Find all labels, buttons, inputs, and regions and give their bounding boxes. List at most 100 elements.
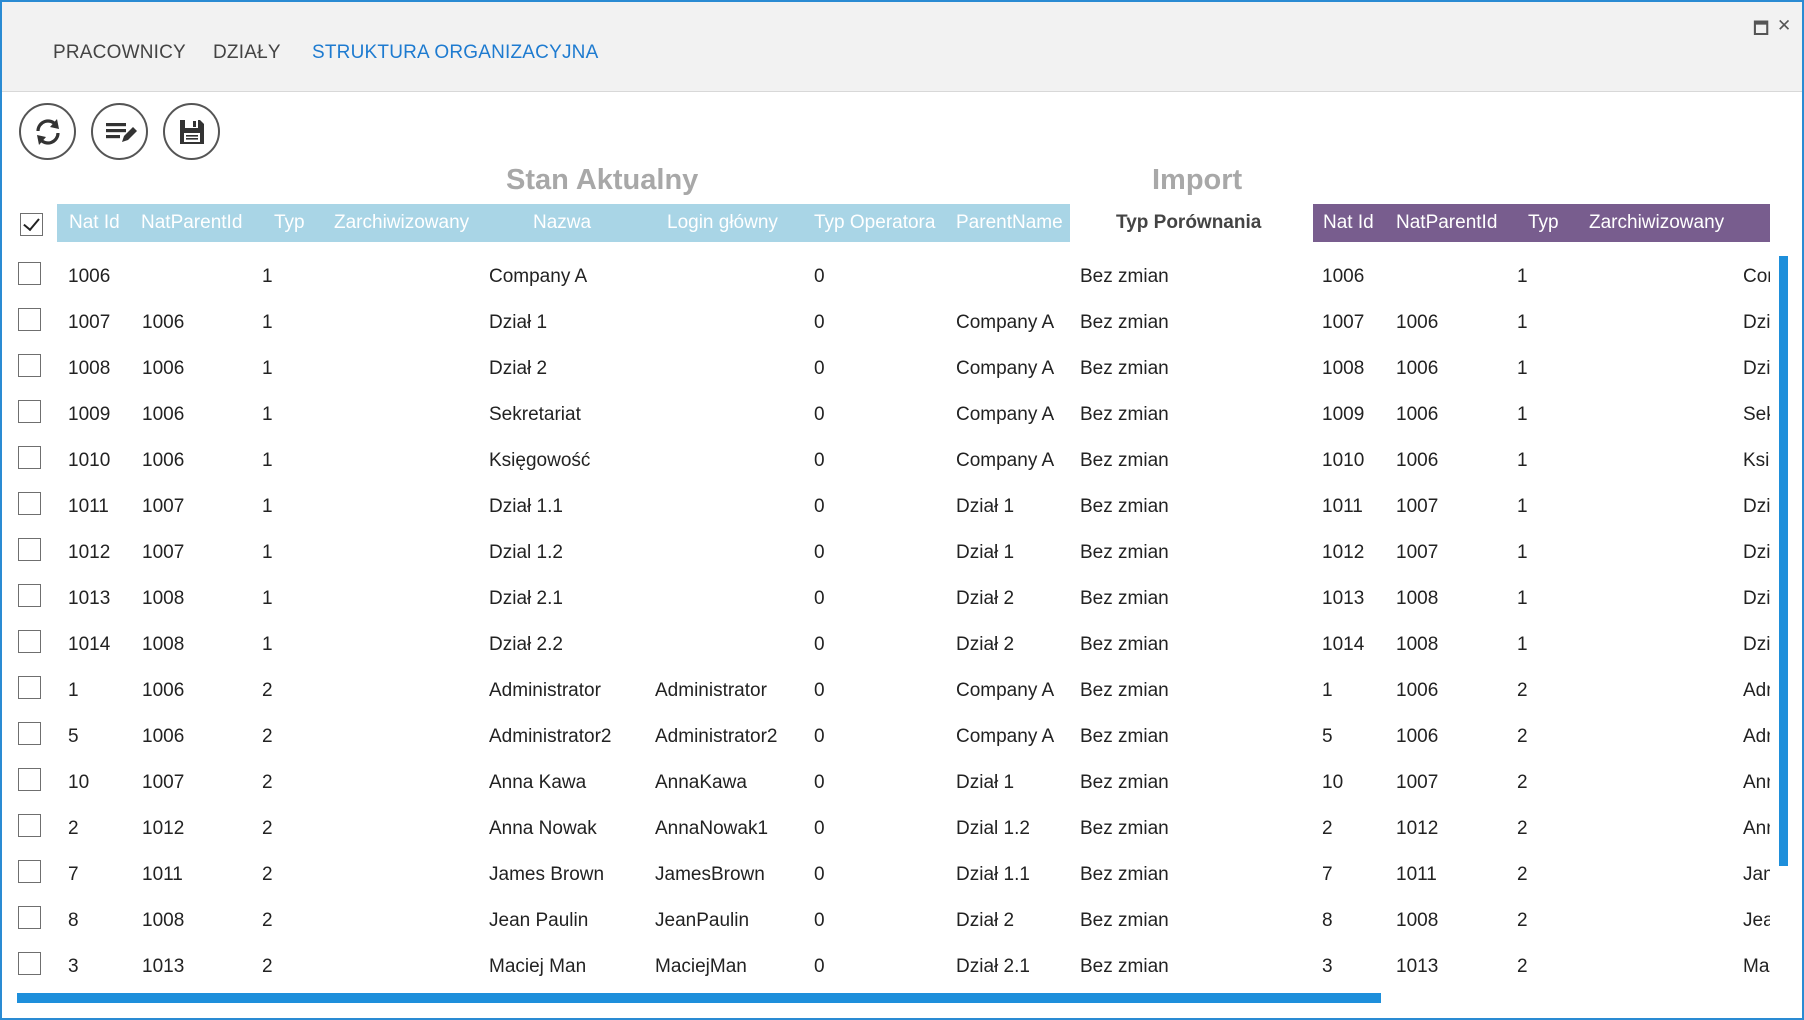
import-col-header-nat-id[interactable]: Nat Id — [1323, 204, 1374, 242]
col-header-login-glowny[interactable]: Login główny — [667, 204, 778, 242]
table-row[interactable]: 1 1006 2 Administrator Administrator 0 Company… — [2, 668, 1802, 714]
table-row[interactable]: 1009 1006 1 Sekretariat 0 Company A Bez zmian 1… — [2, 392, 1802, 438]
table-row[interactable]: 10 1007 2 Anna Kawa AnnaKawa 0 Dział 1 Bez zmia… — [2, 760, 1802, 806]
cell-nat-id: 1006 — [68, 266, 111, 287]
cell-import-nat-parent-id: 1006 — [1396, 312, 1439, 333]
cell-typ-porownania: Bez zmian — [1080, 312, 1169, 333]
import-col-header-zarchiwizowany[interactable]: Zarchiwizowany — [1589, 204, 1724, 242]
row-checkbox[interactable] — [18, 584, 41, 607]
table-row[interactable]: 5 1006 2 Administrator2 Administrator2 0 Compa… — [2, 714, 1802, 760]
tab-dzialy[interactable]: DZIAŁY — [213, 42, 281, 64]
cell-zarchiwizowany — [335, 760, 485, 806]
cell-typ: 1 — [262, 358, 273, 379]
cell-import-nazwa: Anna Nowak — [1743, 818, 1770, 839]
cell-typ-porownania: Bez zmian — [1080, 910, 1169, 931]
cell-parent-name: Company A — [956, 358, 1055, 379]
cell-zarchiwizowany — [335, 484, 485, 530]
cell-typ-operatora: 0 — [814, 818, 825, 839]
row-checkbox[interactable] — [18, 952, 41, 975]
cell-parent-name: Dział 1 — [956, 542, 1015, 563]
cell-login-glowny — [655, 530, 805, 576]
col-header-typ-operatora[interactable]: Typ Operatora — [814, 204, 935, 242]
row-checkbox[interactable] — [18, 722, 41, 745]
cell-typ: 1 — [262, 450, 273, 471]
horizontal-scrollbar[interactable] — [17, 993, 1381, 1003]
cell-nat-id: 1014 — [68, 634, 111, 655]
cell-parent-name: Dział 2 — [956, 588, 1015, 609]
table-row[interactable]: 1008 1006 1 Dział 2 0 Company A Bez zmian 1008 1… — [2, 346, 1802, 392]
import-col-header-nat-parent-id[interactable]: NatParentId — [1396, 204, 1497, 242]
row-checkbox[interactable] — [18, 538, 41, 561]
table-row[interactable]: 1011 1007 1 Dział 1.1 0 Dział 1 Bez zmian 1011 1… — [2, 484, 1802, 530]
table-row[interactable]: 1010 1006 1 Księgowość 0 Company A Bez zmian 10… — [2, 438, 1802, 484]
row-checkbox[interactable] — [18, 630, 41, 653]
cell-nat-id: 5 — [68, 726, 79, 747]
table-row[interactable]: 8 1008 2 Jean Paulin JeanPaulin 0 Dział 2 Bez z… — [2, 898, 1802, 944]
row-checkbox[interactable] — [18, 262, 41, 285]
row-checkbox[interactable] — [18, 492, 41, 515]
table-row[interactable]: 1013 1008 1 Dział 2.1 0 Dział 2 Bez zmian 1013 1… — [2, 576, 1802, 622]
table-row[interactable]: 1012 1007 1 Dzial 1.2 0 Dział 1 Bez zmian 1012 1… — [2, 530, 1802, 576]
col-header-nat-id[interactable]: Nat Id — [69, 204, 120, 242]
row-checkbox[interactable] — [18, 446, 41, 469]
cell-nat-parent-id: 1011 — [142, 864, 183, 885]
table-row[interactable]: 1007 1006 1 Dział 1 0 Company A Bez zmian 1007 1… — [2, 300, 1802, 346]
vertical-scrollbar[interactable] — [1779, 256, 1788, 866]
col-header-nat-parent-id[interactable]: NatParentId — [141, 204, 242, 242]
table-row[interactable]: 1006 1 Company A 0 Bez zmian 1006 1 Company A — [2, 254, 1802, 300]
table-row[interactable]: 2 1012 2 Anna Nowak AnnaNowak1 0 Dzial 1.2 Bez … — [2, 806, 1802, 852]
edit-list-button[interactable] — [91, 103, 148, 160]
cell-nat-id: 2 — [68, 818, 79, 839]
cell-import-nat-parent-id: 1006 — [1396, 358, 1439, 379]
col-header-typ-porownania[interactable]: Typ Porównania — [1116, 212, 1261, 234]
tab-struktura-organizacyjna[interactable]: STRUKTURA ORGANIZACYJNA — [312, 42, 598, 64]
cell-nat-parent-id: 1006 — [142, 404, 185, 425]
cell-login-glowny — [655, 622, 805, 668]
tab-pracownicy[interactable]: PRACOWNICY — [53, 42, 186, 64]
cell-import-nazwa: Administrator2 — [1743, 726, 1770, 747]
cell-import-typ: 2 — [1517, 818, 1528, 839]
import-col-header-typ[interactable]: Typ — [1528, 204, 1559, 242]
cell-import-nat-id: 1013 — [1322, 588, 1365, 609]
cell-typ-porownania: Bez zmian — [1080, 680, 1169, 701]
cell-typ-porownania: Bez zmian — [1080, 772, 1169, 793]
cell-parent-name: Dział 2 — [956, 634, 1015, 655]
refresh-button[interactable] — [19, 103, 76, 160]
cell-login-glowny — [655, 300, 805, 346]
cell-typ-operatora: 0 — [814, 542, 825, 563]
select-all-checkbox[interactable] — [20, 213, 43, 236]
row-checkbox[interactable] — [18, 308, 41, 331]
row-checkbox[interactable] — [18, 860, 41, 883]
save-button[interactable] — [163, 103, 220, 160]
cell-typ: 2 — [262, 956, 273, 977]
col-header-nazwa[interactable]: Nazwa — [533, 204, 591, 242]
table-row[interactable]: 1014 1008 1 Dział 2.2 0 Dział 2 Bez zmian 1014 1… — [2, 622, 1802, 668]
row-checkbox[interactable] — [18, 676, 41, 699]
col-header-parent-name[interactable]: ParentName — [956, 204, 1063, 242]
cell-login-glowny: Administrator2 — [655, 726, 778, 747]
cell-import-nat-id: 5 — [1322, 726, 1333, 747]
cell-typ-operatora: 0 — [814, 266, 825, 287]
row-checkbox[interactable] — [18, 906, 41, 929]
cell-nat-id: 1007 — [68, 312, 111, 333]
table-row[interactable]: 3 1013 2 Maciej Man MaciejMan 0 Dział 2.1 Bez z… — [2, 944, 1802, 990]
cell-import-nazwa: Sekretariat — [1743, 404, 1770, 425]
maximize-icon[interactable]: 🗖 — [1753, 16, 1769, 45]
cell-import-nazwa: Dział 2.2 — [1743, 634, 1770, 655]
cell-typ-porownania: Bez zmian — [1080, 818, 1169, 839]
table-row[interactable]: 7 1011 2 James Brown JamesBrown 0 Dział 1.1 Bez… — [2, 852, 1802, 898]
close-icon[interactable]: ✕ — [1777, 16, 1791, 36]
row-checkbox[interactable] — [18, 768, 41, 791]
row-checkbox[interactable] — [18, 400, 41, 423]
cell-typ-porownania: Bez zmian — [1080, 450, 1169, 471]
cell-import-nat-id: 7 — [1322, 864, 1333, 885]
row-checkbox[interactable] — [18, 814, 41, 837]
cell-typ-porownania: Bez zmian — [1080, 404, 1169, 425]
cell-import-nat-parent-id: 1008 — [1396, 588, 1439, 609]
cell-import-nazwa: Jean Paulin — [1743, 910, 1770, 931]
col-header-typ[interactable]: Typ — [274, 204, 305, 242]
cell-nazwa: James Brown — [489, 864, 605, 885]
row-checkbox[interactable] — [18, 354, 41, 377]
col-header-zarchiwizowany[interactable]: Zarchiwizowany — [334, 204, 469, 242]
cell-zarchiwizowany — [335, 852, 485, 898]
